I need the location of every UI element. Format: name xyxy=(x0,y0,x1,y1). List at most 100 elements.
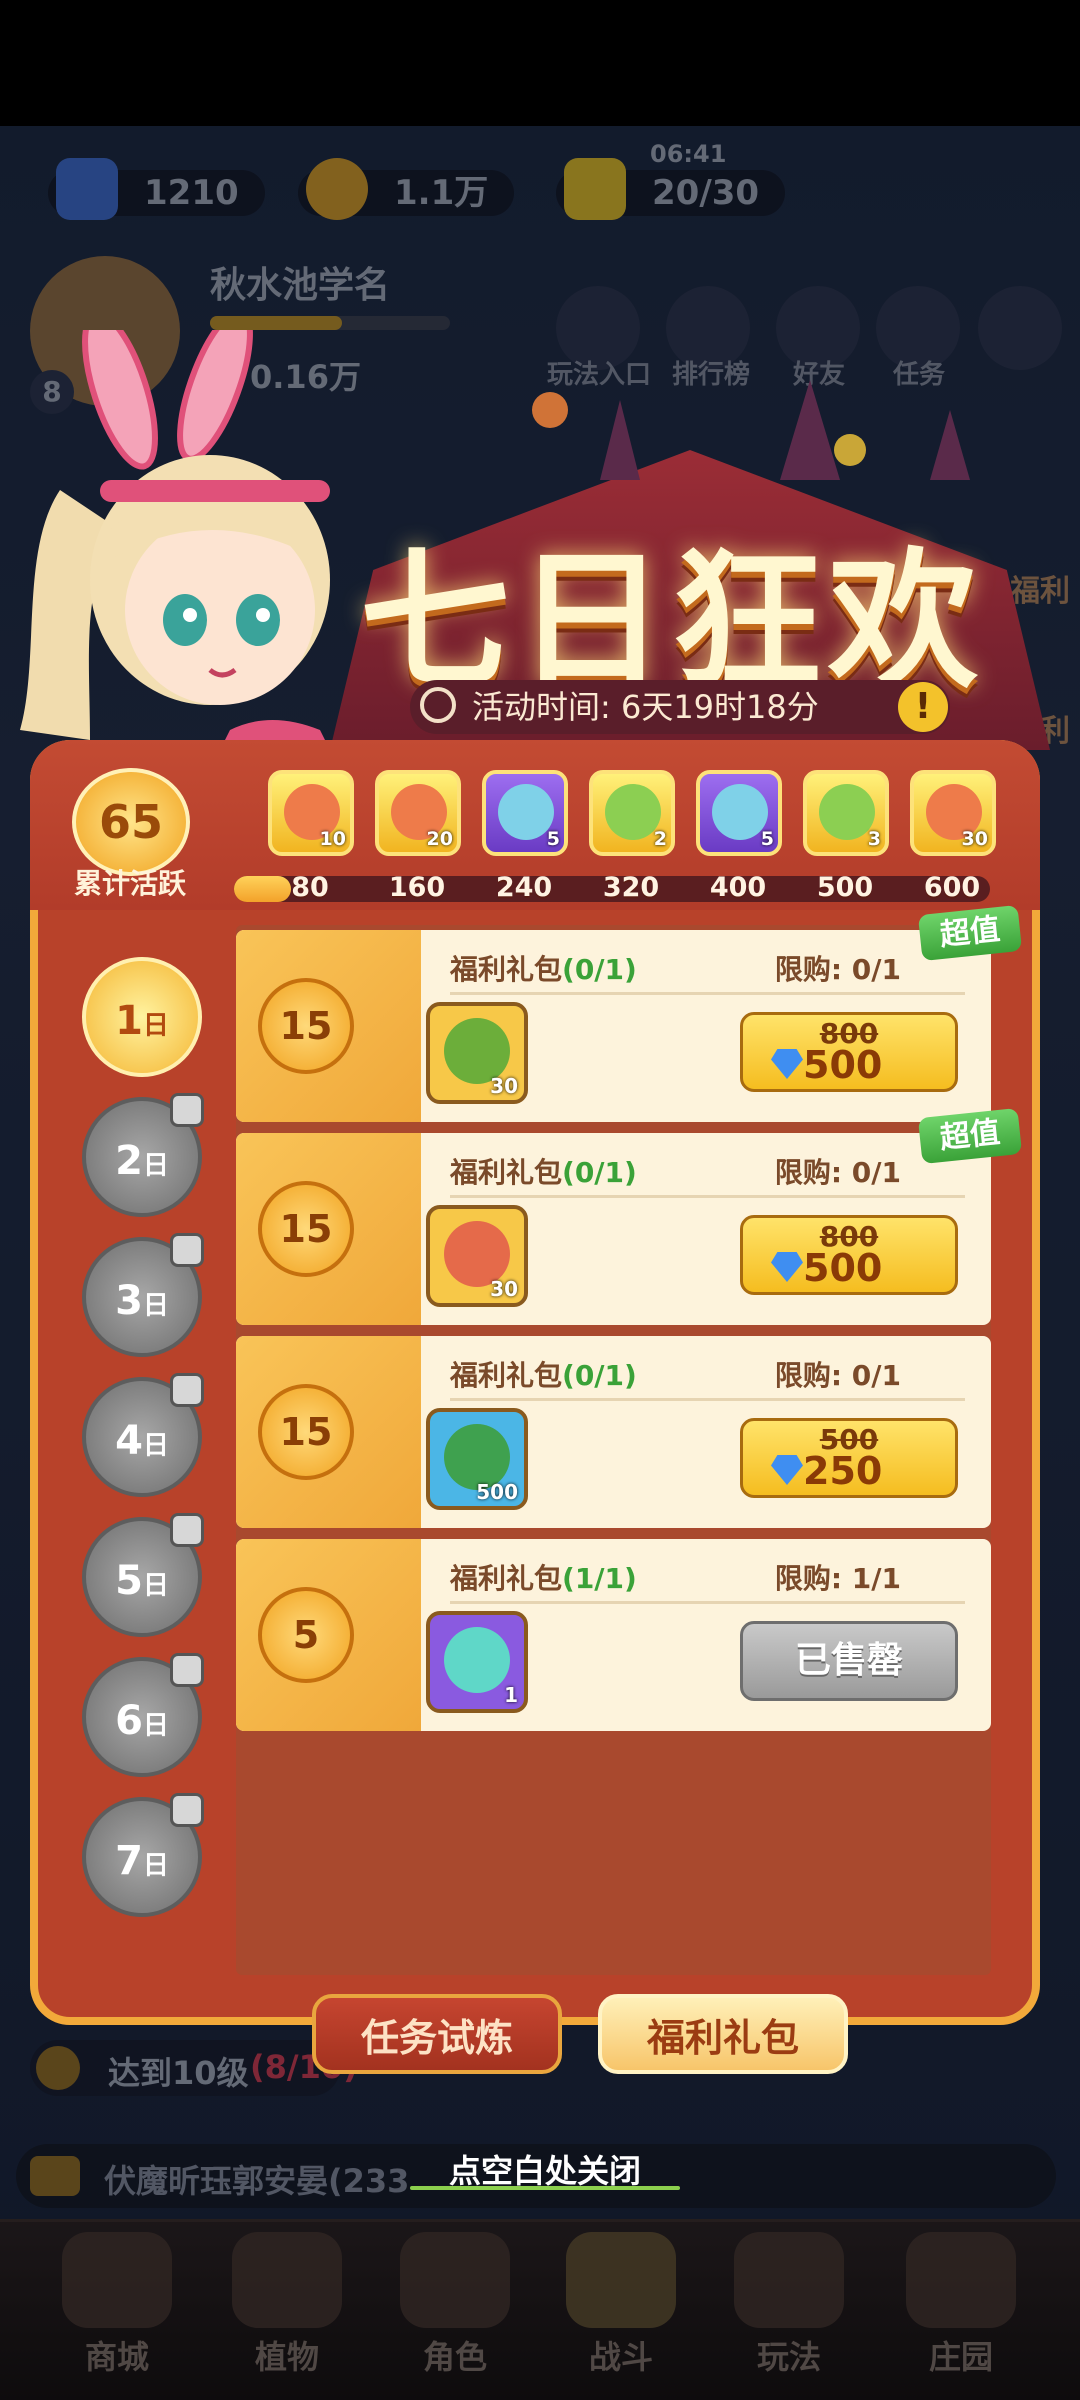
purchase-limit: 限购: 0/1 xyxy=(774,1156,901,1189)
day-unit: 日 xyxy=(142,1851,169,1881)
day-unit: 日 xyxy=(142,1431,169,1461)
purchase-limit: 限购: 0/1 xyxy=(774,953,901,986)
pack-title: 福利礼包(0/1) xyxy=(450,1151,637,1191)
lock-icon xyxy=(170,1093,204,1127)
banner-decoration xyxy=(532,380,970,480)
pack-item[interactable]: 30 xyxy=(426,1205,528,1307)
pack-title-text: 福利礼包 xyxy=(450,953,563,986)
milestone-tick: 80 xyxy=(291,872,329,903)
pack-title-text: 福利礼包 xyxy=(450,1359,563,1392)
reward-count: 20 xyxy=(426,828,453,850)
milestone-reward[interactable]: 30 xyxy=(910,770,996,856)
welfare-pack-card: 15 福利礼包(0/1) 限购: 0/1 30 800 500 xyxy=(236,930,991,1122)
diamond-icon xyxy=(771,1455,803,1485)
item-count: 1 xyxy=(504,1683,518,1707)
day-unit: 日 xyxy=(142,1291,169,1321)
activity-label: 累计活跃 xyxy=(73,867,186,900)
day-unit: 日 xyxy=(142,1711,169,1741)
pack-title: 福利礼包(1/1) xyxy=(450,1557,637,1597)
activity-points-reward: 15 xyxy=(258,1384,354,1480)
info-icon[interactable]: ! xyxy=(898,682,948,732)
milestone-tick: 320 xyxy=(602,872,660,903)
tab-welfare-pack[interactable]: 福利礼包 xyxy=(598,1994,848,2074)
lock-icon xyxy=(170,1793,204,1827)
leaf-icon xyxy=(605,784,661,840)
milestone-tick: 400 xyxy=(709,872,767,903)
pack-title-text: 福利礼包 xyxy=(450,1156,563,1189)
milestone-tick: 160 xyxy=(388,872,446,903)
buy-button[interactable]: 800 500 xyxy=(740,1012,958,1092)
activity-points-reward: 15 xyxy=(258,978,354,1074)
reward-count: 10 xyxy=(319,828,346,850)
pack-item[interactable]: 1 xyxy=(426,1611,528,1713)
welfare-pack-card: 15 福利礼包(0/1) 限购: 0/1 500 500 250 xyxy=(236,1336,991,1528)
day-tab[interactable]: 2日 xyxy=(82,1093,204,1217)
milestone-reward[interactable]: 10 xyxy=(268,770,354,856)
tab-task-trial[interactable]: 任务试炼 xyxy=(312,1994,562,2074)
sale-price: 500 xyxy=(803,1043,883,1087)
milestone-tick: 600 xyxy=(923,872,981,903)
pack-title: 福利礼包(0/1) xyxy=(450,948,637,988)
reward-count: 3 xyxy=(867,828,881,850)
pack-count: (0/1) xyxy=(562,1359,637,1392)
pack-item[interactable]: 30 xyxy=(426,1002,528,1104)
divider xyxy=(450,992,965,995)
close-hint-text: 点空白处关闭 xyxy=(448,2152,641,2190)
bunny-girl-mascot xyxy=(20,330,330,750)
day-tab[interactable]: 3日 xyxy=(82,1233,204,1357)
pack-title-text: 福利礼包 xyxy=(450,1562,563,1595)
close-hint[interactable]: 点空白处关闭 xyxy=(400,2146,690,2192)
reward-count: 30 xyxy=(961,828,988,850)
pack-item[interactable]: 500 xyxy=(426,1408,528,1510)
sold-out-button[interactable]: 已售罄 xyxy=(740,1621,958,1701)
buy-button[interactable]: 500 250 xyxy=(740,1418,958,1498)
milestone-reward[interactable]: 5 xyxy=(482,770,568,856)
day-tab[interactable]: 1日 xyxy=(82,957,202,1077)
lock-icon xyxy=(170,1233,204,1267)
item-count: 500 xyxy=(476,1480,518,1504)
day-number: 3 xyxy=(115,1278,143,1324)
milestone-tick: 240 xyxy=(495,872,553,903)
milestone-reward[interactable]: 5 xyxy=(696,770,782,856)
leaf-icon xyxy=(498,784,554,840)
reward-count: 5 xyxy=(546,828,560,850)
purchase-limit: 限购: 0/1 xyxy=(774,1359,901,1392)
activity-points-reward: 5 xyxy=(258,1587,354,1683)
reward-count: 2 xyxy=(653,828,667,850)
item-count: 30 xyxy=(490,1277,518,1301)
diamond-icon xyxy=(771,1252,803,1282)
day-unit: 日 xyxy=(142,1011,169,1041)
sale-price: 500 xyxy=(803,1246,883,1290)
purchase-limit: 限购: 1/1 xyxy=(774,1562,901,1595)
clock-icon xyxy=(420,687,456,723)
lock-icon xyxy=(170,1373,204,1407)
divider xyxy=(450,1398,965,1401)
day-number: 4 xyxy=(115,1418,143,1464)
item-icon xyxy=(444,1627,510,1693)
milestone-reward[interactable]: 3 xyxy=(803,770,889,856)
divider xyxy=(450,1601,965,1604)
lock-icon xyxy=(170,1513,204,1547)
day-unit: 日 xyxy=(142,1151,169,1181)
day-number: 6 xyxy=(115,1698,143,1744)
sale-price: 250 xyxy=(803,1449,883,1493)
pack-count: (0/1) xyxy=(562,1156,637,1189)
event-timer-bar: 活动时间: 6天19时18分 xyxy=(410,680,950,734)
pack-count: (1/1) xyxy=(562,1562,637,1595)
day-tab[interactable]: 4日 xyxy=(82,1373,204,1497)
close-hint-underline xyxy=(410,2186,680,2190)
day-tab[interactable]: 5日 xyxy=(82,1513,204,1637)
welfare-pack-card: 5 福利礼包(1/1) 限购: 1/1 1 已售罄 xyxy=(236,1539,991,1731)
lock-icon xyxy=(170,1653,204,1687)
day-tab[interactable]: 6日 xyxy=(82,1653,204,1777)
milestone-reward[interactable]: 2 xyxy=(589,770,675,856)
welfare-pack-card: 15 福利礼包(0/1) 限购: 0/1 30 800 500 xyxy=(236,1133,991,1325)
pack-title: 福利礼包(0/1) xyxy=(450,1354,637,1394)
reward-count: 5 xyxy=(760,828,774,850)
milestone-reward[interactable]: 20 xyxy=(375,770,461,856)
day-unit: 日 xyxy=(142,1571,169,1601)
day-tab[interactable]: 7日 xyxy=(82,1793,204,1917)
leaf-icon xyxy=(712,784,768,840)
day-number: 7 xyxy=(115,1838,143,1884)
buy-button[interactable]: 800 500 xyxy=(740,1215,958,1295)
